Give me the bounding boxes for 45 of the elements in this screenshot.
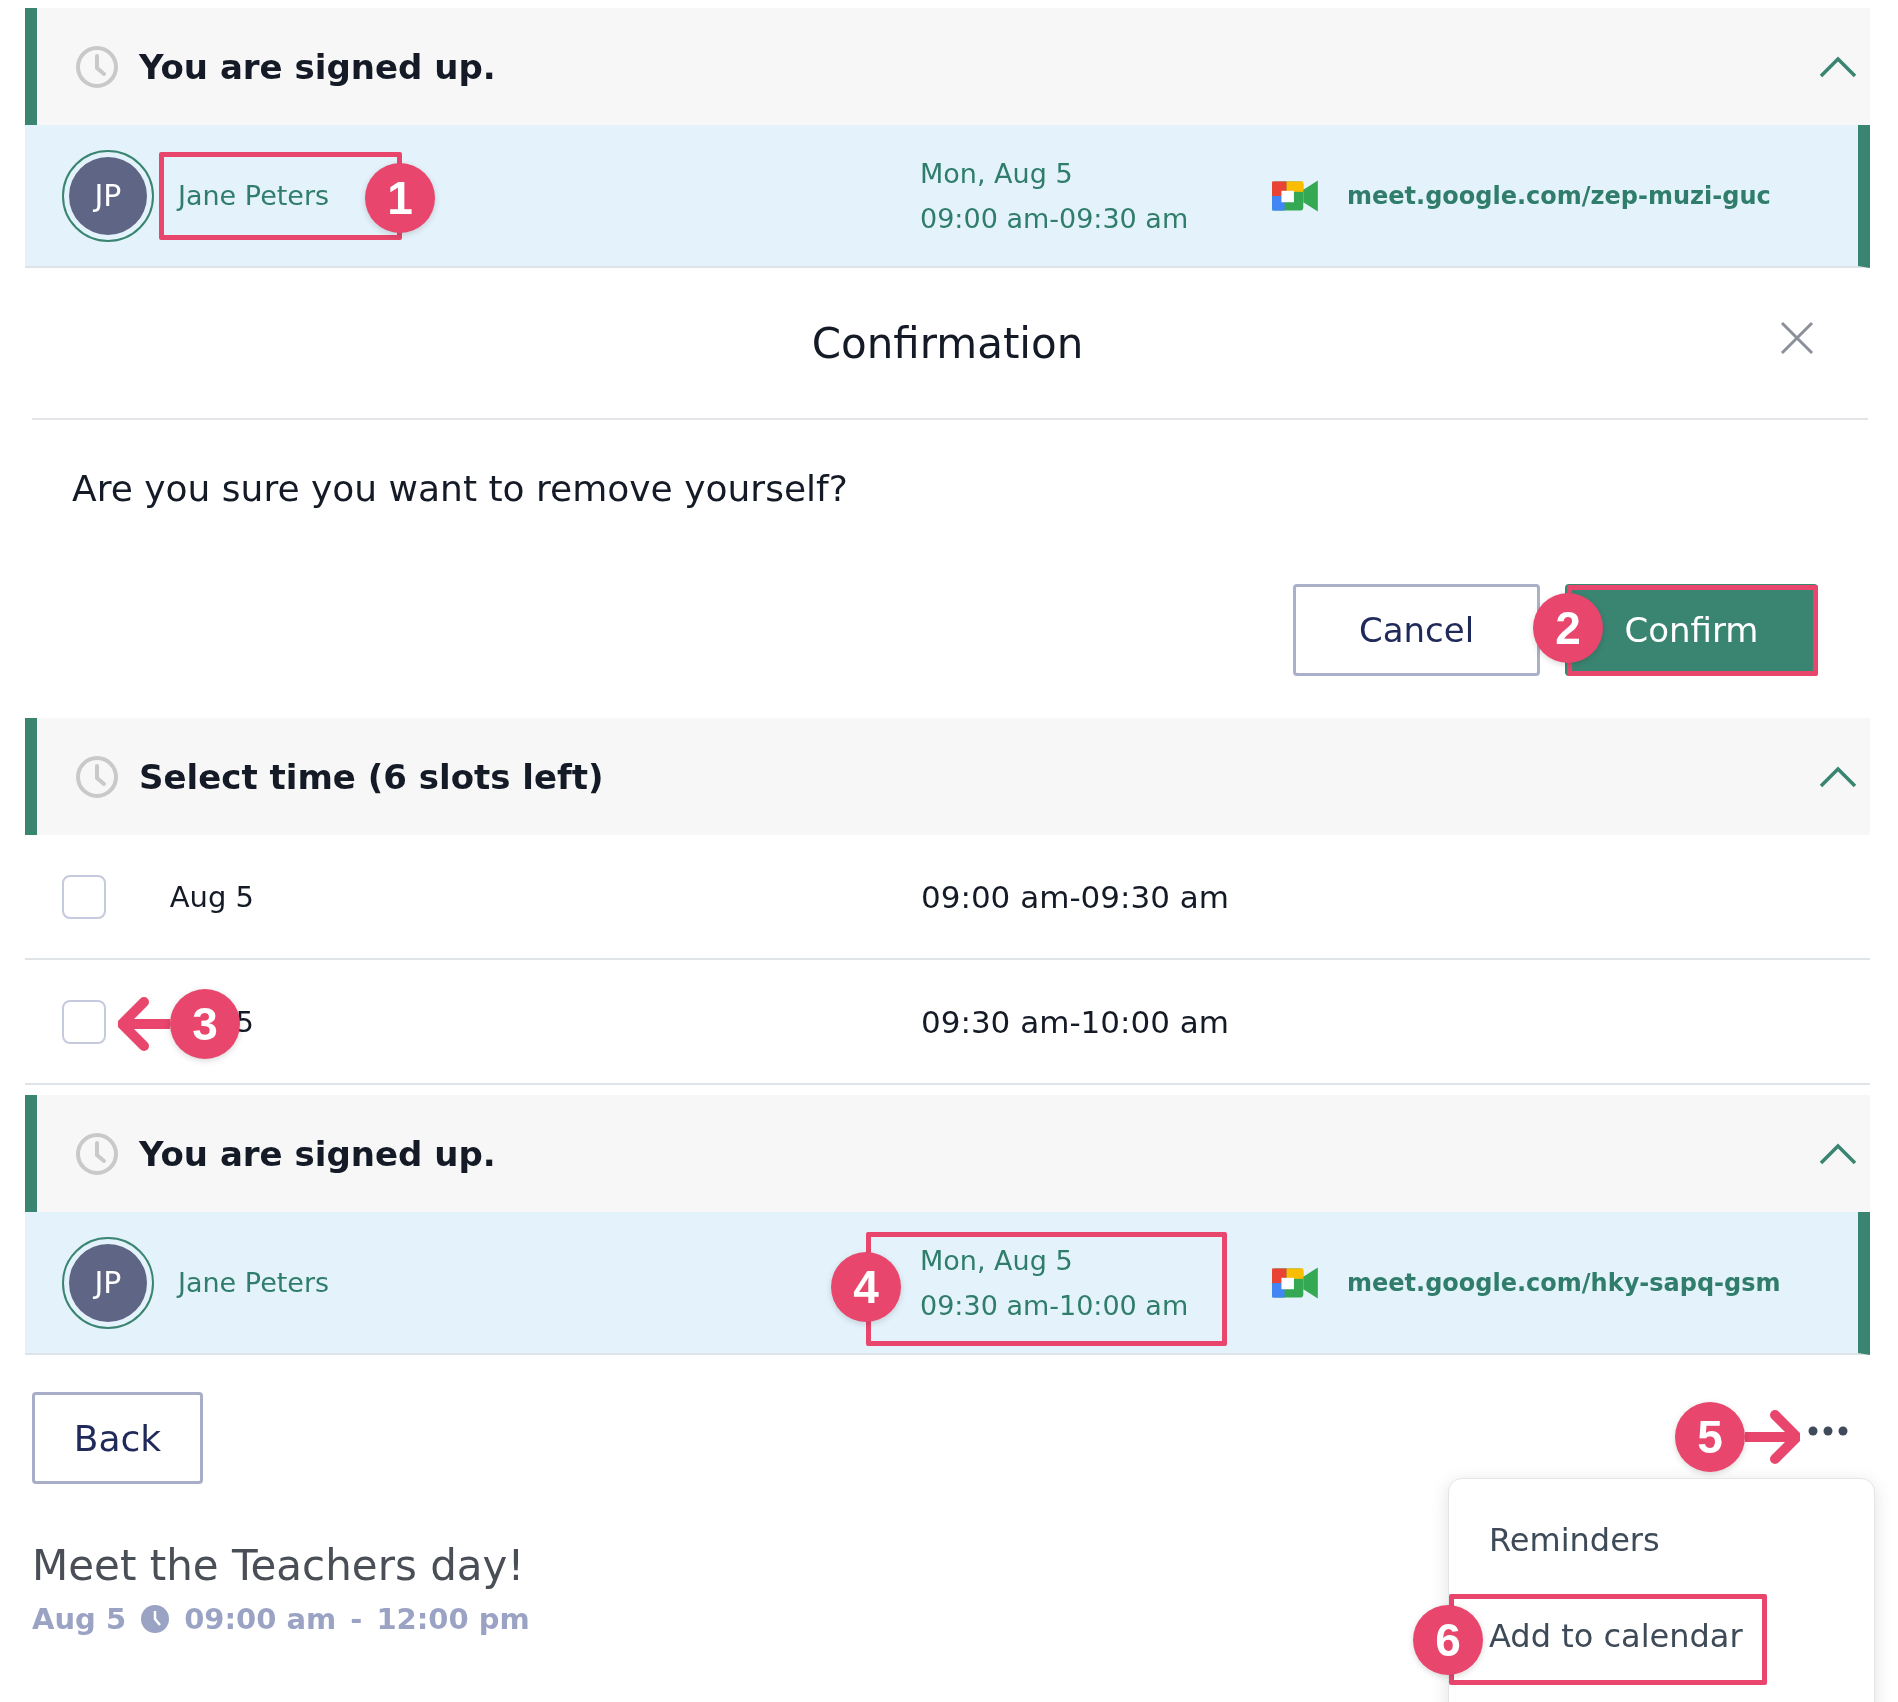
slot-time: 09:00 am-09:30 am xyxy=(920,202,1190,234)
slot-date: Aug 5 xyxy=(169,879,254,914)
step-number: 6 xyxy=(1413,1605,1483,1675)
checkbox[interactable] xyxy=(62,874,106,919)
slot-time: 09:00 am-09:30 am xyxy=(921,878,1229,915)
menu-item[interactable]: Reminders xyxy=(1489,1521,1874,1559)
avatar: JP xyxy=(62,1236,154,1329)
dialog-title: Confirmation xyxy=(811,318,1084,368)
attendee-name: Jane Peters xyxy=(178,1267,330,1298)
chevron-icon[interactable] xyxy=(1818,764,1858,789)
section-header[interactable]: You are signed up. xyxy=(25,1095,1870,1212)
time-separator: - xyxy=(350,1602,363,1636)
chevron-icon[interactable] xyxy=(1818,54,1858,79)
slot-date: Mon, Aug 5 xyxy=(920,157,1074,189)
clock-icon xyxy=(75,1131,119,1176)
cancel-button[interactable]: Cancel xyxy=(1293,584,1540,676)
section-header[interactable]: Select time (6 slots left) xyxy=(25,718,1870,835)
slot-time: 09:30 am-10:00 am xyxy=(921,1003,1229,1040)
chevron-icon[interactable] xyxy=(1818,1141,1858,1166)
meeting-link[interactable]: meet.google.com/hky-sapq-gsm xyxy=(1347,1268,1781,1297)
dialog-message: Are you sure you want to remove yourself? xyxy=(72,468,849,509)
back-button[interactable]: Back xyxy=(32,1392,203,1484)
attendee-name: Jane Peters xyxy=(178,180,330,211)
clock-icon xyxy=(75,754,119,799)
section-title: Select time (6 slots left) xyxy=(139,756,604,797)
clock-icon xyxy=(75,44,119,89)
arrow-icon xyxy=(118,996,170,1052)
section-header[interactable]: You are signed up. xyxy=(25,8,1870,125)
slot-date: Mon, Aug 5 xyxy=(920,1244,1074,1276)
event-end-time: 12:00 pm xyxy=(376,1602,530,1636)
meeting-link[interactable]: meet.google.com/zep-muzi-guc xyxy=(1347,181,1771,210)
event-date: Aug 5 xyxy=(32,1602,127,1636)
section-title: You are signed up. xyxy=(139,1133,496,1174)
section-title: You are signed up. xyxy=(139,46,496,87)
step-number: 5 xyxy=(1675,1402,1745,1472)
close-icon[interactable] xyxy=(1779,320,1815,356)
event-title: Meet the Teachers day! xyxy=(32,1541,526,1590)
arrow-icon xyxy=(1745,1409,1800,1465)
checkbox[interactable] xyxy=(62,999,106,1044)
slot-time: 09:30 am-10:00 am xyxy=(920,1289,1190,1321)
event-start-time: 09:00 am xyxy=(184,1602,337,1636)
menu-item[interactable]: Add to calendar xyxy=(1489,1617,1874,1655)
avatar: JP xyxy=(62,149,154,242)
more-icon[interactable] xyxy=(1808,1426,1848,1436)
clock-icon xyxy=(140,1604,171,1634)
